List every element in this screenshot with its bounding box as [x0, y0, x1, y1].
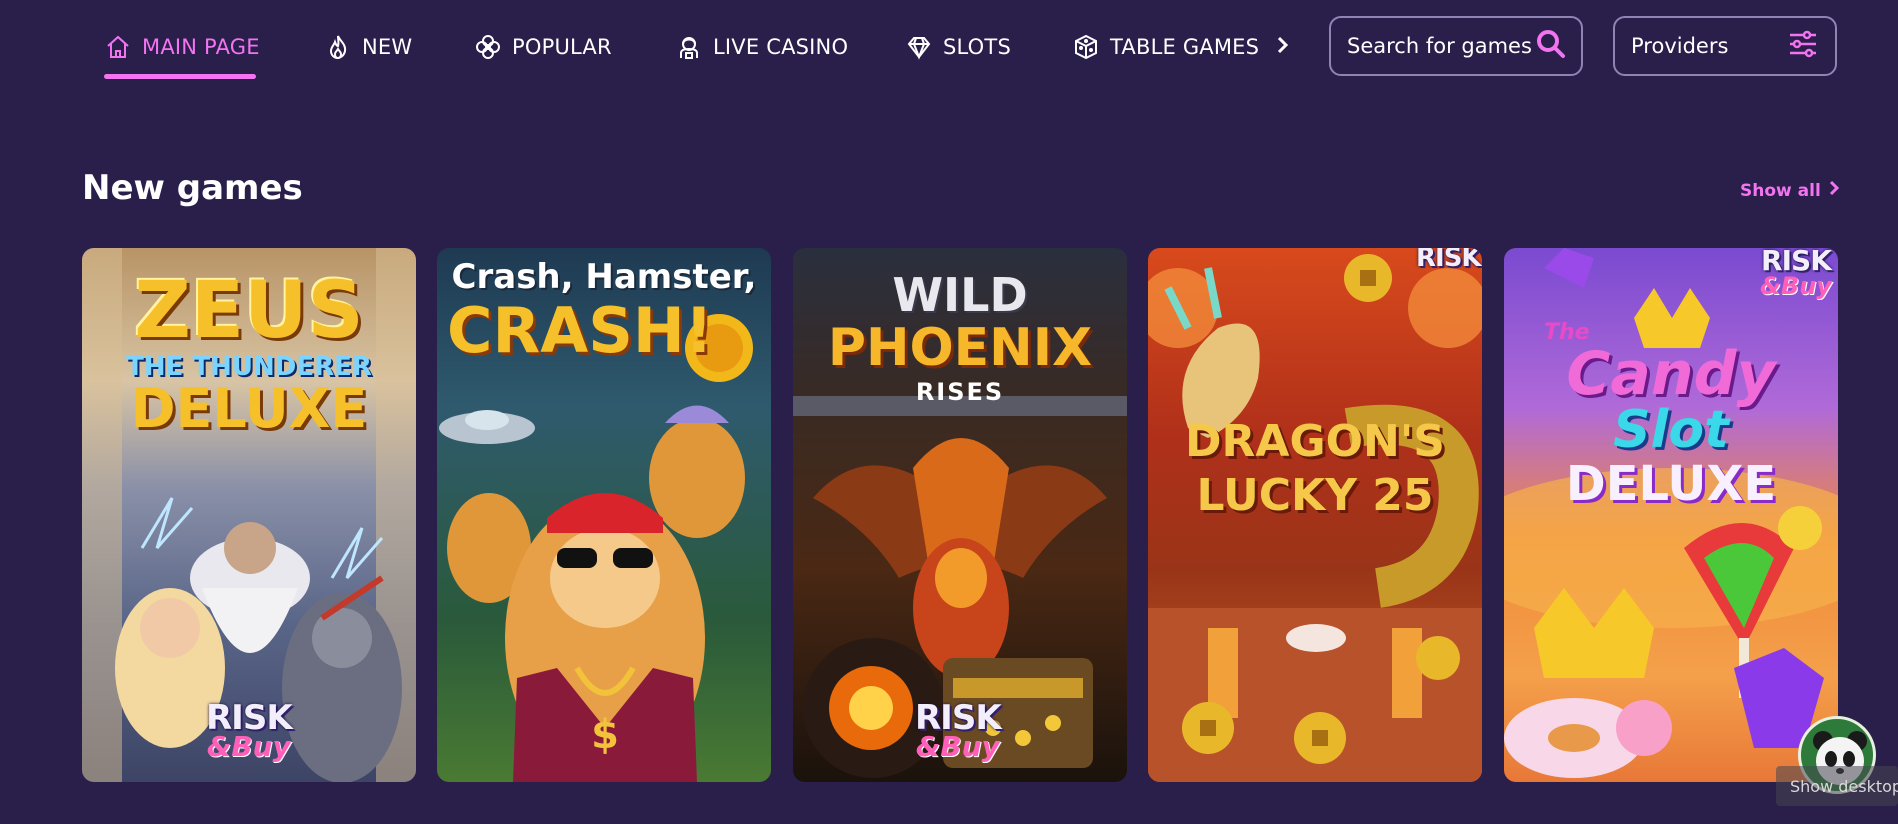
game-card-dragons-lucky-25[interactable]: DRAGON'S LUCKY 25 RISK: [1148, 248, 1482, 782]
nav-label: LIVE CASINO: [713, 35, 849, 59]
game-title-line: PHOENIX: [827, 318, 1093, 378]
game-title-line: Slot: [1613, 400, 1729, 460]
game-title-line: CRASH!: [447, 294, 714, 367]
game-title-line: DELUXE: [130, 377, 368, 440]
game-card-zeus[interactable]: ZEUS THE THUNDERER DELUXE RISK &Buy: [82, 248, 416, 782]
game-card-candy-slot-deluxe[interactable]: The Candy Slot DELUXE RISK &Buy: [1504, 248, 1838, 782]
chevron-right-icon: [1829, 180, 1839, 201]
game-title-line: ZEUS: [134, 266, 364, 356]
nav-item-slots[interactable]: SLOTS: [905, 28, 1011, 66]
game-title-line: Crash, Hamster,: [451, 257, 757, 297]
chevron-right-icon: [1276, 35, 1290, 59]
game-title-line: Candy: [1566, 339, 1776, 409]
active-tab-indicator: [104, 74, 256, 79]
nav-item-new[interactable]: NEW: [324, 28, 412, 66]
dice-icon: [1072, 33, 1100, 61]
nav-label: POPULAR: [512, 35, 612, 59]
diamond-icon: [905, 33, 933, 61]
search-input[interactable]: Search for games: [1329, 16, 1583, 76]
game-card-wild-phoenix[interactable]: WILD PHOENIX RISES RISK &Buy: [793, 248, 1127, 782]
search-placeholder: Search for games: [1347, 34, 1532, 58]
risk-and-buy-badge: RISK &Buy: [206, 698, 293, 764]
game-card-hamster[interactable]: $ Crash, Hamster, CRASH!: [437, 248, 771, 782]
nav-item-main-page[interactable]: MAIN PAGE: [104, 28, 260, 66]
svg-text:$: $: [591, 712, 619, 758]
nav-more-button[interactable]: [1270, 30, 1296, 64]
clover-icon: [474, 33, 502, 61]
top-navigation: MAIN PAGE NEW POPULAR LIVE CASINO SLOTS …: [0, 0, 1898, 100]
nav-label: MAIN PAGE: [142, 35, 260, 59]
risk-and-buy-badge: RISK &Buy: [1760, 248, 1832, 300]
providers-label: Providers: [1631, 34, 1729, 58]
show-desktop-tooltip: Show desktop: [1776, 766, 1898, 806]
risk-badge: RISK: [1416, 248, 1482, 273]
sliders-icon: [1787, 28, 1819, 64]
nav-item-table-games[interactable]: TABLE GAMES: [1072, 28, 1259, 66]
nav-label: SLOTS: [943, 35, 1011, 59]
section-title: New games: [82, 168, 303, 208]
home-icon: [104, 33, 132, 61]
providers-filter-button[interactable]: Providers: [1613, 16, 1837, 76]
nav-label: NEW: [362, 35, 413, 59]
game-title-line: DRAGON'S: [1185, 416, 1445, 467]
game-title-line: WILD: [892, 268, 1028, 322]
nav-item-popular[interactable]: POPULAR: [474, 28, 612, 66]
dealer-icon: [675, 33, 703, 61]
risk-and-buy-badge: RISK &Buy: [915, 698, 1002, 764]
nav-label: TABLE GAMES: [1110, 35, 1260, 59]
nav-item-live-casino[interactable]: LIVE CASINO: [675, 28, 848, 66]
show-all-link[interactable]: Show all: [1740, 180, 1839, 201]
game-title-line: LUCKY 25: [1196, 470, 1434, 521]
flame-icon: [324, 33, 352, 61]
game-title-line: RISES: [915, 378, 1005, 406]
show-all-label: Show all: [1740, 180, 1821, 201]
game-title-line: DELUXE: [1565, 456, 1777, 512]
search-icon[interactable]: [1535, 28, 1567, 64]
